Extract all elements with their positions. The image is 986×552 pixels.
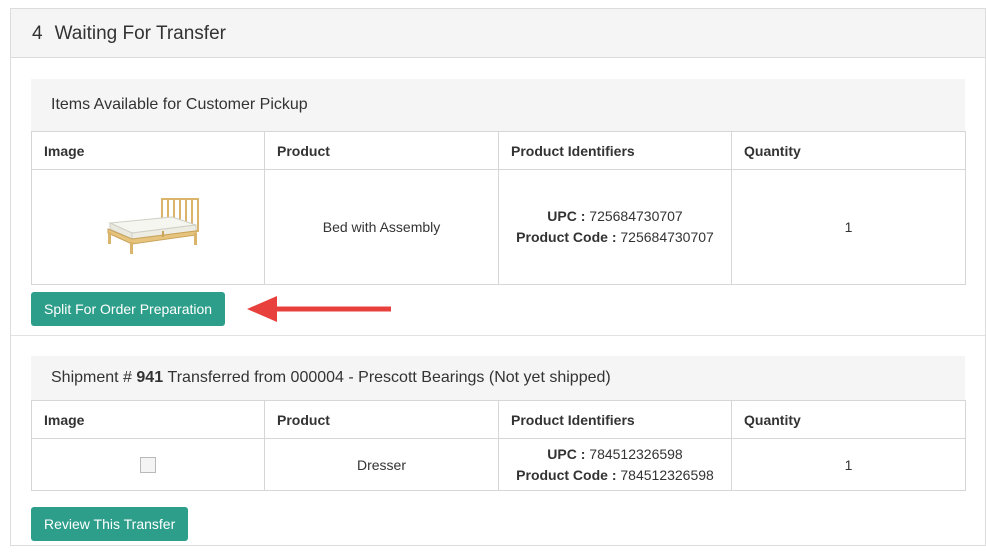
section-divider [11,335,985,336]
panel-title-text: Waiting For Transfer [54,23,226,44]
pickup-items-table: Image Product Product Identifiers Quanti… [31,131,966,285]
shipment-section-header: Shipment # 941 Transferred from 000004 -… [31,356,965,400]
step-number: 4 [32,23,43,44]
product-image-cell [31,169,265,285]
panel-title: 4 Waiting For Transfer [32,23,226,45]
column-header-image: Image [31,131,265,170]
upc-label: UPC : [547,445,586,462]
pickup-section-header: Items Available for Customer Pickup [31,79,965,131]
shipment-description: Transferred from 000004 - Prescott Beari… [167,369,611,386]
review-this-transfer-button[interactable]: Review This Transfer [31,507,189,541]
product-name-cell: Bed with Assembly [264,169,499,285]
column-header-identifiers: Product Identifiers [498,400,732,439]
product-identifiers-cell: UPC : 725684730707 Product Code : 725684… [498,169,732,285]
quantity-cell: 1 [731,438,966,491]
column-header-identifiers: Product Identifiers [498,131,732,170]
shipment-section: Shipment # 941 Transferred from 000004 -… [31,356,966,491]
split-for-order-preparation-button[interactable]: Split For Order Preparation [31,292,226,326]
table-row: Dresser UPC : 784512326598 Product Code … [31,438,966,491]
column-header-product: Product [264,131,499,170]
column-header-quantity: Quantity [731,131,966,170]
product-name-cell: Dresser [264,438,499,491]
upc-value: 725684730707 [589,208,683,224]
broken-image-icon [140,457,156,474]
shipment-prefix: Shipment # [51,369,132,386]
table-header-row: Image Product Product Identifiers Quanti… [31,131,966,170]
product-code-value: 725684730707 [620,229,714,245]
shipment-items-table: Image Product Product Identifiers Quanti… [31,400,966,491]
quantity-cell: 1 [731,169,966,285]
table-row: Bed with Assembly UPC : 725684730707 Pro… [31,169,966,285]
product-code-value: 784512326598 [620,466,714,483]
column-header-image: Image [31,400,265,439]
product-code-label: Product Code : [516,466,617,483]
product-identifiers-cell: UPC : 784512326598 Product Code : 784512… [498,438,732,491]
product-image-cell [31,438,265,491]
upc-value: 784512326598 [589,445,683,462]
shipment-number: 941 [136,369,164,386]
column-header-quantity: Quantity [731,400,966,439]
product-code-label: Product Code : [516,229,617,245]
waiting-for-transfer-panel: 4 Waiting For Transfer Items Available fo… [10,8,986,546]
upc-label: UPC : [547,208,586,224]
column-header-product: Product [264,400,499,439]
bed-product-image [107,197,199,254]
table-header-row: Image Product Product Identifiers Quanti… [31,400,966,439]
panel-header: 4 Waiting For Transfer [11,9,985,58]
red-arrow-icon [247,296,391,322]
pickup-section: Items Available for Customer Pickup Imag… [31,79,966,285]
